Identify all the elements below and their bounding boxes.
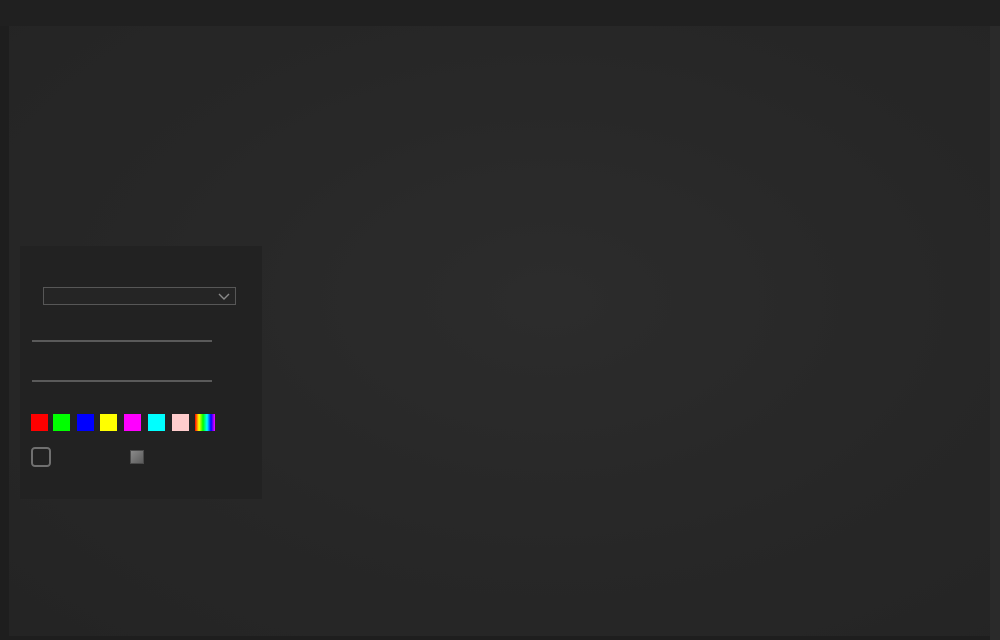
swatch-cyan[interactable] <box>148 414 165 431</box>
swatch-pink[interactable] <box>172 414 189 431</box>
top-bar <box>0 0 1000 26</box>
brush-select-value <box>44 288 45 289</box>
swatch-yellow[interactable] <box>100 414 117 431</box>
swatch-magenta[interactable] <box>124 414 141 431</box>
chevron-down-icon <box>218 293 230 300</box>
tool-panel <box>20 246 262 499</box>
swatch-green[interactable] <box>53 414 70 431</box>
swatch-blue[interactable] <box>77 414 94 431</box>
background-color-picker[interactable] <box>130 450 144 464</box>
brush-size-slider[interactable] <box>32 340 212 342</box>
swatch-red[interactable] <box>31 414 48 431</box>
brush-select[interactable] <box>43 287 236 305</box>
canvas-right-edge <box>990 26 1000 640</box>
opacity-slider[interactable] <box>32 380 212 382</box>
swatch-rainbow-picker[interactable] <box>195 414 215 431</box>
fill-checkbox[interactable] <box>31 447 51 467</box>
